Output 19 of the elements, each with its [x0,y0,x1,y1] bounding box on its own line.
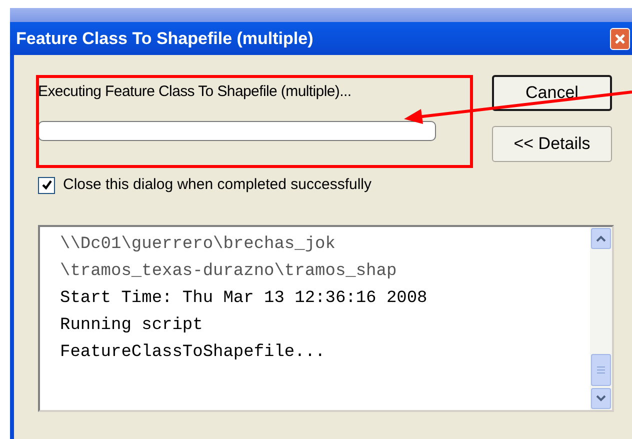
details-button[interactable]: << Details [492,126,612,162]
cancel-button[interactable]: Cancel [492,75,612,111]
log-line: FeatureClassToShapefile... [60,342,326,364]
checkbox[interactable] [38,176,55,194]
check-icon [40,179,52,192]
log-line: Running script [60,314,204,336]
log-line: \\Dc01\guerrero\brechas_jok [60,234,336,256]
scrollbar[interactable] [590,226,612,410]
scroll-up-button[interactable] [591,228,611,248]
scroll-down-button[interactable] [591,388,611,408]
window-title: Feature Class To Shapefile (multiple) [16,28,314,50]
status-text: Executing Feature Class To Shapefile (multiple)... [38,82,352,102]
grip-icon [597,366,605,374]
checkbox-label: Close this dialog when completed successfully [63,175,372,195]
log-line: \tramos_texas-durazno\tramos_shap [60,260,398,282]
close-icon [614,32,626,44]
log-line: Start Time: Thu Mar 13 12:36:16 2008 [60,288,428,310]
close-button[interactable] [610,28,630,50]
scroll-thumb[interactable] [591,354,611,386]
